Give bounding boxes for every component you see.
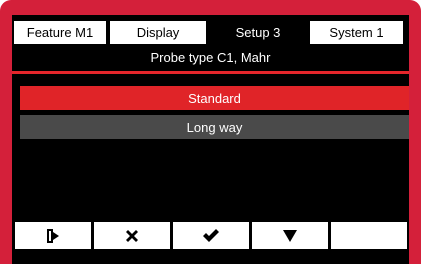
title-divider (12, 71, 409, 74)
bottom-strip (12, 249, 409, 264)
softkey-bar (15, 222, 409, 249)
cancel-button[interactable] (94, 222, 170, 249)
tab-system[interactable]: System 1 (310, 21, 403, 44)
arrow-down-icon (283, 229, 297, 243)
confirm-button[interactable] (173, 222, 249, 249)
page-title: Probe type C1, Mahr (150, 49, 271, 65)
down-button[interactable] (252, 222, 328, 249)
tab-setup[interactable]: Setup 3 (210, 21, 306, 44)
option-standard[interactable]: Standard (20, 86, 409, 110)
tab-bar: Feature M1 Display Setup 3 System 1 (12, 15, 409, 44)
display-screen: Feature M1 Display Setup 3 System 1 Prob… (12, 15, 409, 264)
option-long-way[interactable]: Long way (20, 115, 409, 139)
tab-display[interactable]: Display (110, 21, 206, 44)
check-icon (202, 228, 220, 243)
close-icon (124, 228, 140, 244)
exit-button[interactable] (15, 222, 91, 249)
blank-softkey[interactable] (331, 222, 407, 249)
tab-feature[interactable]: Feature M1 (14, 21, 106, 44)
exit-icon (47, 228, 59, 243)
